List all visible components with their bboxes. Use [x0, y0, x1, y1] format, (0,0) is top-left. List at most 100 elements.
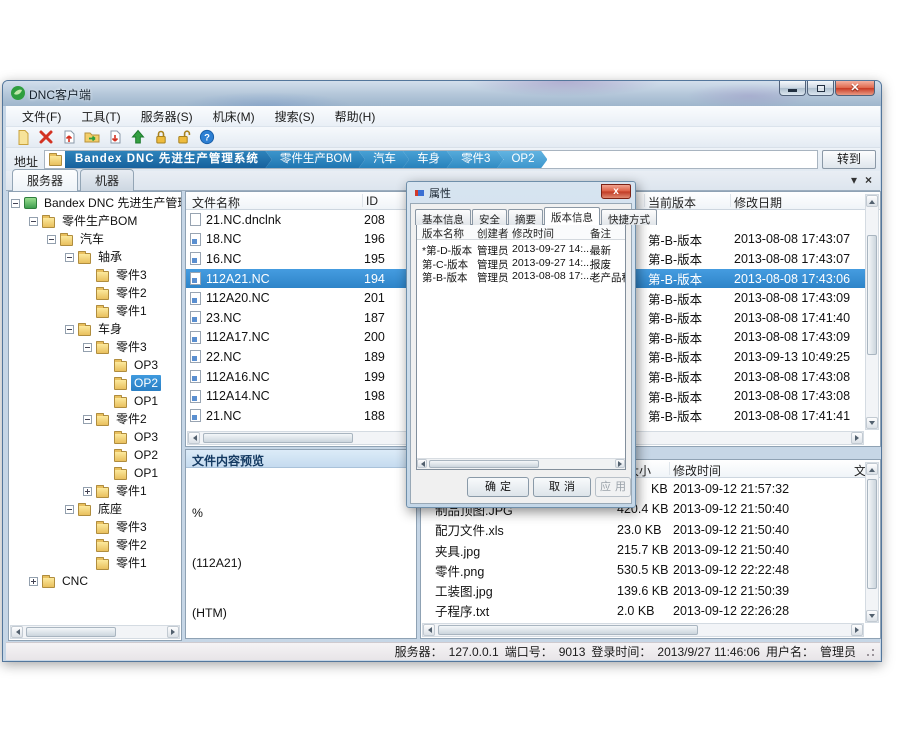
- tree-item[interactable]: 零件2: [9, 284, 181, 302]
- scroll-down-button[interactable]: [866, 610, 878, 622]
- help-icon[interactable]: ?: [198, 129, 215, 146]
- attachment-row[interactable]: 子程序.txt2.0 KB2013-09-12 22:26:28: [421, 601, 865, 621]
- unlock-icon[interactable]: [175, 129, 192, 146]
- dialog-close-button[interactable]: x: [601, 184, 631, 199]
- scroll-thumb[interactable]: [867, 235, 877, 355]
- scroll-up-button[interactable]: [866, 195, 878, 207]
- column-creator[interactable]: 创建者: [477, 226, 509, 241]
- collapse-icon[interactable]: [83, 415, 92, 424]
- tree-item-bom[interactable]: 零件生产BOM: [9, 212, 181, 230]
- column-remark[interactable]: 备注: [590, 226, 611, 241]
- column-time[interactable]: 修改时间: [673, 462, 721, 479]
- scroll-right-button[interactable]: [167, 626, 179, 638]
- scroll-left-button[interactable]: [423, 624, 435, 636]
- tree-item-op2-selected[interactable]: OP2: [9, 374, 181, 392]
- tree-item-carbody[interactable]: 车身: [9, 320, 181, 338]
- tree-item[interactable]: 零件1: [9, 482, 181, 500]
- scroll-up-button[interactable]: [866, 463, 878, 475]
- tree-hscrollbar[interactable]: [10, 625, 180, 639]
- scroll-right-button[interactable]: [851, 432, 863, 444]
- attachment-row[interactable]: 夹具.jpg215.7 KB2013-09-12 21:50:40: [421, 540, 865, 560]
- breadcrumb-op2[interactable]: OP2: [496, 150, 547, 169]
- column-modify-time[interactable]: 修改时间: [512, 226, 554, 241]
- column-file[interactable]: 文件(&: [854, 462, 865, 479]
- tree-item-base[interactable]: 底座: [9, 500, 181, 518]
- close-button[interactable]: ✕: [835, 81, 875, 96]
- tab-server[interactable]: 服务器: [12, 169, 78, 191]
- menu-tools[interactable]: 工具(T): [71, 106, 130, 127]
- new-document-icon[interactable]: [14, 129, 31, 146]
- tab-basic-info[interactable]: 基本信息: [415, 209, 471, 225]
- collapse-icon[interactable]: [29, 217, 38, 226]
- attachment-row[interactable]: 配刀文件.xls23.0 KB2013-09-12 21:50:40: [421, 520, 865, 540]
- tab-version-info[interactable]: 版本信息: [544, 207, 600, 225]
- menu-search[interactable]: 搜索(S): [265, 106, 325, 127]
- tree-item[interactable]: 零件1: [9, 554, 181, 572]
- title-bar[interactable]: DNC客户端 ✕: [3, 81, 881, 106]
- delete-icon[interactable]: [37, 129, 54, 146]
- tree-item[interactable]: OP1: [9, 464, 181, 482]
- dock-dropdown-icon[interactable]: ▾: [851, 173, 857, 187]
- check-in-document-icon[interactable]: [60, 129, 77, 146]
- tree-item-bearing[interactable]: 轴承: [9, 248, 181, 266]
- dialog-title-bar[interactable]: 属性: [415, 185, 451, 201]
- scroll-right-button[interactable]: [615, 459, 625, 468]
- file-list-vscrollbar[interactable]: [865, 194, 879, 430]
- collapse-icon[interactable]: [65, 505, 74, 514]
- tree-item[interactable]: 零件3: [9, 266, 181, 284]
- collapse-icon[interactable]: [65, 253, 74, 262]
- minimize-button[interactable]: [779, 81, 806, 96]
- tree-item[interactable]: OP2: [9, 446, 181, 464]
- scroll-thumb[interactable]: [438, 625, 698, 635]
- scroll-thumb[interactable]: [429, 460, 539, 468]
- breadcrumb-auto[interactable]: 汽车: [358, 150, 409, 169]
- attachment-row[interactable]: 工装图.jpg139.6 KB2013-09-12 21:50:39: [421, 580, 865, 600]
- tab-shortcut[interactable]: 快捷方式: [601, 209, 657, 225]
- tree-item[interactable]: 零件3: [9, 338, 181, 356]
- scroll-thumb[interactable]: [203, 433, 353, 443]
- tree-item[interactable]: OP1: [9, 392, 181, 410]
- column-name[interactable]: 文件名称: [192, 194, 240, 211]
- expand-icon[interactable]: [83, 487, 92, 496]
- attachments-hscrollbar[interactable]: [422, 623, 864, 637]
- menu-file[interactable]: 文件(F): [12, 106, 71, 127]
- restore-button[interactable]: [807, 81, 834, 96]
- tree-item-cnc[interactable]: CNC: [9, 572, 181, 590]
- collapse-icon[interactable]: [83, 343, 92, 352]
- send-to-machine-icon[interactable]: [83, 129, 100, 146]
- scroll-thumb[interactable]: [867, 479, 877, 589]
- column-date[interactable]: 修改日期: [734, 194, 782, 211]
- tree-item[interactable]: 零件2: [9, 536, 181, 554]
- attachment-row[interactable]: 零件.png530.5 KB2013-09-12 22:22:48: [421, 560, 865, 580]
- scroll-left-button[interactable]: [11, 626, 23, 638]
- menu-server[interactable]: 服务器(S): [131, 106, 203, 127]
- version-row[interactable]: 第-C-版本管理员2013-09-27 14:...报废: [417, 256, 625, 270]
- scroll-down-button[interactable]: [866, 417, 878, 429]
- collapse-icon[interactable]: [47, 235, 56, 244]
- upload-arrow-icon[interactable]: [129, 129, 146, 146]
- collapse-icon[interactable]: [11, 199, 20, 208]
- attachments-vscrollbar[interactable]: [865, 462, 879, 623]
- breadcrumb-bom[interactable]: 零件生产BOM: [265, 150, 365, 169]
- tree-item-auto[interactable]: 汽车: [9, 230, 181, 248]
- version-row[interactable]: 第-B-版本管理员2013-08-08 17:...老产品程序: [417, 269, 625, 283]
- resize-grip[interactable]: [865, 647, 875, 657]
- menu-help[interactable]: 帮助(H): [325, 106, 386, 127]
- scroll-right-button[interactable]: [851, 624, 863, 636]
- breadcrumb-root[interactable]: Bandex DNC 先进生产管理系统: [65, 150, 272, 169]
- expand-icon[interactable]: [29, 577, 38, 586]
- tree-item-root[interactable]: Bandex DNC 先进生产管理系统: [9, 194, 181, 212]
- dock-close-icon[interactable]: ×: [865, 173, 872, 187]
- go-button[interactable]: 转到: [822, 150, 876, 169]
- collapse-icon[interactable]: [65, 325, 74, 334]
- breadcrumb-body[interactable]: 车身: [402, 150, 453, 169]
- tree-item[interactable]: 零件1: [9, 302, 181, 320]
- apply-button[interactable]: 应用: [595, 477, 631, 497]
- check-out-document-icon[interactable]: [106, 129, 123, 146]
- tree-item[interactable]: 零件3: [9, 518, 181, 536]
- cancel-button[interactable]: 取消: [533, 477, 591, 497]
- column-version-name[interactable]: 版本名称: [422, 226, 464, 241]
- version-row[interactable]: *第-D-版本管理员2013-09-27 14:...最新: [417, 242, 625, 256]
- tree-item[interactable]: OP3: [9, 428, 181, 446]
- menu-machine[interactable]: 机床(M): [203, 106, 265, 127]
